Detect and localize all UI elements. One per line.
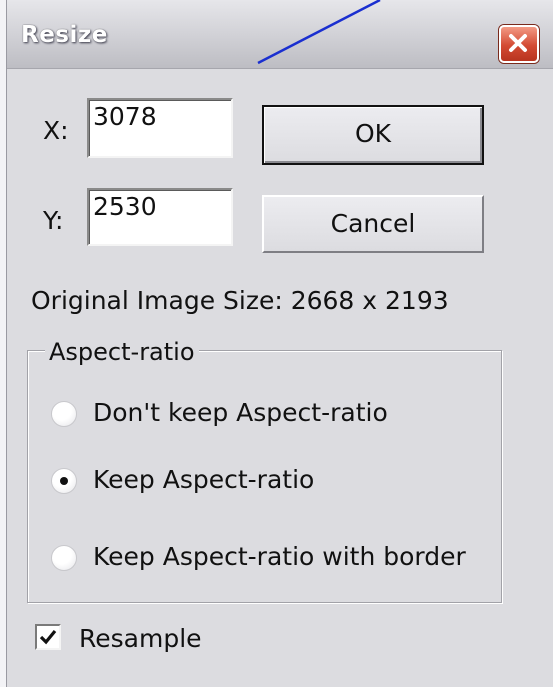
resize-dialog: Resize X: 3078 Y: 2530 OK Cancel Origina… [6,0,553,687]
radio-label: Keep Aspect-ratio with border [93,542,466,571]
checkmark-icon [39,629,57,645]
resample-label: Resample [79,624,202,653]
radio-button-selected[interactable] [51,468,77,494]
radio-label: Don't keep Aspect-ratio [93,398,388,427]
close-icon [509,34,527,52]
radio-button[interactable] [51,545,77,571]
title-bar[interactable]: Resize [7,0,553,69]
radio-dot-icon [60,477,68,485]
radio-button[interactable] [51,401,77,427]
x-label: X: [43,116,69,145]
cancel-button[interactable]: Cancel [262,195,484,253]
dialog-title: Resize [21,22,108,48]
y-label: Y: [43,206,64,235]
y-field[interactable]: 2530 [87,188,233,246]
aspect-ratio-legend: Aspect-ratio [45,338,199,366]
x-field[interactable]: 3078 [87,98,233,158]
original-size-text: Original Image Size: 2668 x 2193 [31,286,449,315]
resample-checkbox[interactable] [35,624,61,650]
close-button[interactable] [499,25,539,63]
ok-button[interactable]: OK [262,105,484,165]
radio-label: Keep Aspect-ratio [93,465,315,494]
